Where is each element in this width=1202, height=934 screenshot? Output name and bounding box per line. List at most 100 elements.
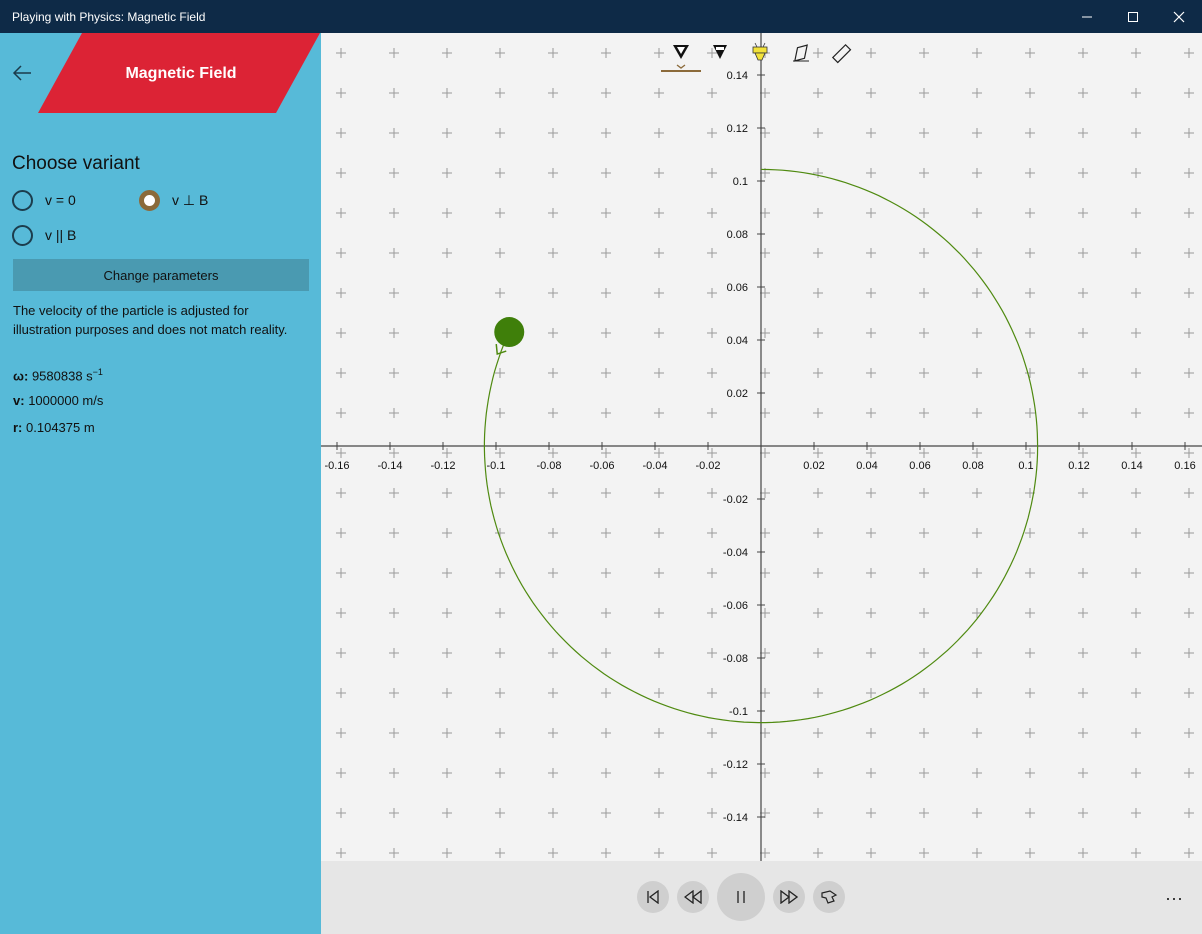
field-plus-marker — [866, 168, 876, 178]
ruler-tool-icon[interactable] — [831, 43, 852, 64]
field-plus-marker — [1131, 288, 1141, 298]
field-plus-marker — [1131, 528, 1141, 538]
field-plus-marker — [336, 848, 346, 858]
particle[interactable] — [494, 317, 525, 348]
field-plus-marker — [548, 608, 558, 618]
simulation-canvas[interactable]: -0.16 -0.14 -0.12 -0.1 -0.08 -0.06 -0.04 -0.02 0… — [321, 33, 1202, 861]
y-tick-label: 0.06 — [727, 282, 748, 294]
field-plus-marker — [866, 88, 876, 98]
field-plus-marker — [548, 248, 558, 258]
field-plus-marker — [1184, 128, 1194, 138]
rewind-button[interactable] — [677, 881, 709, 913]
omega-label: ω: — [13, 368, 29, 384]
field-plus-marker — [601, 368, 611, 378]
field-plus-marker — [389, 848, 399, 858]
field-plus-marker — [707, 808, 717, 818]
field-plus-marker — [866, 608, 876, 618]
back-button[interactable] — [8, 61, 36, 85]
field-plus-marker — [442, 488, 452, 498]
minimize-button[interactable] — [1064, 0, 1110, 33]
more-options-button[interactable]: ··· — [1159, 883, 1189, 913]
y-tick-label: -0.02 — [723, 494, 748, 506]
field-plus-marker — [1078, 88, 1088, 98]
axes — [321, 33, 1202, 861]
radio-v-perp-b[interactable]: v ⊥ B — [139, 189, 208, 211]
field-plus-marker — [336, 728, 346, 738]
radio-v-parallel-b[interactable]: v || B — [12, 224, 76, 246]
maximize-button[interactable] — [1110, 0, 1156, 33]
field-plus-marker — [972, 408, 982, 418]
field-plus-marker — [548, 568, 558, 578]
field-plus-marker — [707, 528, 717, 538]
field-plus-marker — [548, 488, 558, 498]
field-plus-marker — [495, 88, 505, 98]
field-plus-marker — [707, 408, 717, 418]
field-plus-marker — [813, 568, 823, 578]
close-button[interactable] — [1156, 0, 1202, 33]
field-plus-marker — [919, 568, 929, 578]
field-plus-marker — [707, 248, 717, 258]
field-plus-marker — [654, 128, 664, 138]
field-plus-marker — [389, 168, 399, 178]
field-plus-marker — [707, 208, 717, 218]
change-parameters-button[interactable]: Change parameters — [13, 259, 309, 291]
field-plus-marker — [389, 608, 399, 618]
skip-to-start-button[interactable] — [637, 881, 669, 913]
right-hand-rule-button[interactable] — [813, 881, 845, 913]
field-plus-marker — [1131, 88, 1141, 98]
x-tick-label: 0.02 — [803, 460, 824, 472]
field-plus-marker — [336, 808, 346, 818]
field-plus-marker — [1078, 808, 1088, 818]
field-plus-marker — [601, 248, 611, 258]
field-plus-marker — [1078, 768, 1088, 778]
field-plus-marker — [442, 688, 452, 698]
pen-dark-tool-icon[interactable] — [713, 45, 727, 59]
field-plus-marker — [654, 168, 664, 178]
field-plus-marker — [442, 128, 452, 138]
radius-stat: r: 0.104375 m — [13, 420, 95, 435]
rewind-icon — [684, 890, 702, 904]
field-plus-marker — [1025, 408, 1035, 418]
field-plus-marker — [601, 328, 611, 338]
field-plus-marker — [707, 168, 717, 178]
field-plus-marker — [1131, 208, 1141, 218]
radio-v-zero[interactable]: v = 0 — [12, 189, 76, 211]
field-plus-marker — [601, 608, 611, 618]
pause-button[interactable] — [717, 873, 765, 921]
eraser-tool-icon[interactable] — [792, 44, 811, 62]
field-plus-marker — [919, 208, 929, 218]
field-plus-marker — [866, 528, 876, 538]
field-plus-marker — [442, 368, 452, 378]
field-plus-marker — [495, 128, 505, 138]
field-plus-marker — [495, 248, 505, 258]
x-tick-label: -0.08 — [536, 460, 561, 472]
sidebar: Magnetic Field Choose variant v = 0 v ⊥ … — [0, 33, 321, 934]
field-plus-marker — [1025, 128, 1035, 138]
field-plus-marker — [919, 688, 929, 698]
field-plus-marker — [1078, 528, 1088, 538]
x-tick-label: 0.16 — [1174, 460, 1195, 472]
field-plus-marker — [707, 688, 717, 698]
field-plus-marker — [548, 808, 558, 818]
field-plus-marker — [813, 328, 823, 338]
field-plus-marker — [1078, 48, 1088, 58]
field-plus-marker — [654, 568, 664, 578]
field-plus-marker — [813, 208, 823, 218]
field-plus-marker — [442, 808, 452, 818]
field-plus-marker — [919, 768, 929, 778]
field-plus-marker — [1184, 328, 1194, 338]
field-plus-marker — [495, 608, 505, 618]
fast-forward-button[interactable] — [773, 881, 805, 913]
field-plus-marker — [866, 648, 876, 658]
field-plus-marker — [1184, 728, 1194, 738]
field-plus-marker — [442, 568, 452, 578]
field-plus-marker — [336, 168, 346, 178]
field-plus-marker — [601, 568, 611, 578]
field-plus-marker — [813, 408, 823, 418]
field-plus-marker — [1131, 328, 1141, 338]
pen-tool-icon[interactable] — [661, 45, 701, 72]
field-plus-marker — [601, 408, 611, 418]
field-plus-marker — [336, 248, 346, 258]
x-tick-label: -0.12 — [430, 460, 455, 472]
field-plus-marker — [495, 568, 505, 578]
